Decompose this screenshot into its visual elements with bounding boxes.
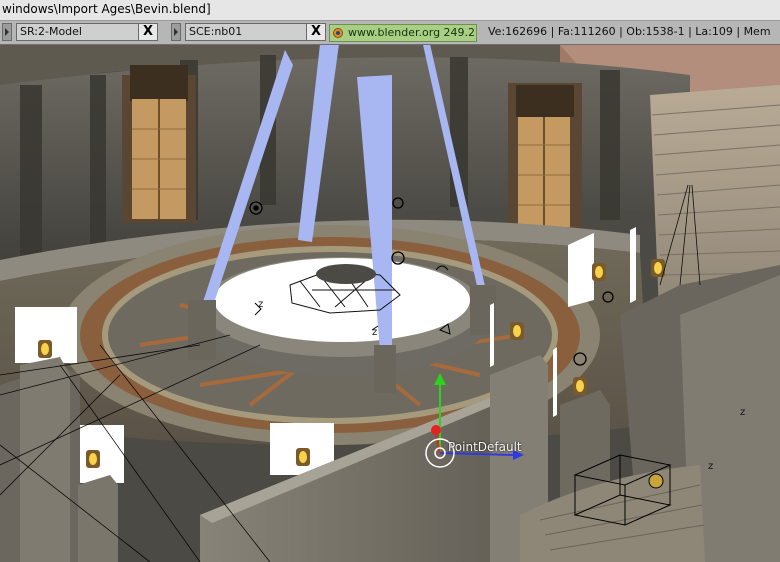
axis-letter-4: z [258, 299, 263, 310]
scene-delete-button[interactable]: X [306, 24, 325, 40]
info-header: SR:2-Model X SCE:nb01 X www.blender.org … [0, 21, 780, 45]
axis-letter-1: z [740, 407, 745, 418]
screen-name: SR:2-Model [20, 25, 82, 38]
screen-browse-arrow[interactable] [2, 23, 12, 41]
blender-logo-icon [333, 28, 343, 38]
scene-stats: Ve:162696 | Fa:111260 | Ob:1538-1 | La:1… [488, 25, 771, 38]
scene-browse-arrow[interactable] [171, 23, 181, 41]
3d-viewport[interactable]: z z z z PointDefault [0, 45, 780, 562]
screen-delete-button[interactable]: X [138, 24, 157, 40]
scene-render: z z z z [0, 45, 780, 562]
door-left [122, 65, 196, 223]
window-titlebar: windows\Import Ages\Bevin.blend] [0, 0, 780, 21]
screen-selector[interactable]: SR:2-Model X [16, 23, 158, 41]
door-right [508, 83, 582, 231]
axis-letter-2: z [708, 461, 713, 472]
scene-selector[interactable]: SCE:nb01 X [185, 23, 326, 41]
axis-letter-3: z [372, 327, 377, 338]
blender-url-badge[interactable]: www.blender.org 249.2 [329, 24, 477, 42]
active-object-label: PointDefault [448, 440, 522, 454]
scene-name: SCE:nb01 [189, 25, 243, 38]
window-title: windows\Import Ages\Bevin.blend] [2, 2, 211, 16]
blender-url-text: www.blender.org 249.2 [348, 26, 476, 39]
